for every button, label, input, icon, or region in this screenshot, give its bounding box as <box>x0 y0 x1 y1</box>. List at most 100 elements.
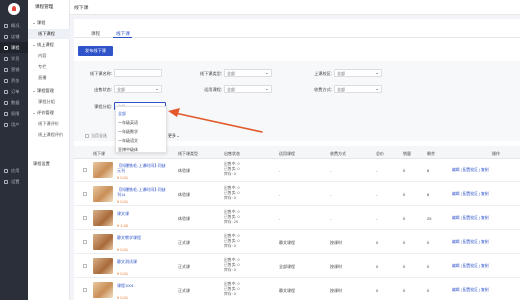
nav-item[interactable]: 订单 <box>0 86 28 97</box>
nav-item[interactable]: 店铺 <box>0 31 28 42</box>
row-actions[interactable]: 编辑 | 配置校区 | 复制 <box>452 288 489 293</box>
nav-item[interactable]: 营销 <box>0 64 28 75</box>
row-actions[interactable]: 编辑 | 配置校区 | 复制 <box>452 168 489 173</box>
total-price: 0 <box>376 240 379 245</box>
applicable-course-value: 全部 <box>227 87 235 92</box>
submenu-item[interactable]: 专栏 <box>28 62 70 72</box>
row-actions[interactable]: 编辑 | 配置校区 | 复制 <box>452 192 489 197</box>
total-price: - <box>376 216 378 221</box>
column-header: 操作 <box>492 150 500 156</box>
course-type: 体验课 <box>178 216 190 221</box>
submenu-group[interactable]: 课程设置 <box>28 159 70 169</box>
user-icon <box>4 122 8 127</box>
dropdown-option[interactable]: 一年级英语 <box>116 118 166 127</box>
nav-item[interactable]: 课程 <box>0 42 28 53</box>
row-actions[interactable]: 编辑 | 配置校区 | 复制 <box>452 240 489 245</box>
submenu-item[interactable]: 直播 <box>28 73 70 83</box>
course-name-link[interactable]: 【科爆铁毛-上课时间】·问缺元刊 <box>117 163 167 173</box>
sale-stats: 出售中: 0 已售卖: 0 库存: 0 <box>224 234 240 249</box>
course-name-link[interactable]: 课程1001 <box>117 283 167 288</box>
submenu-item[interactable]: 课程分组 <box>28 97 70 107</box>
course-name-link[interactable]: 【科爆铁毛-上课时间】·问缺刊14 <box>117 187 167 197</box>
marketing-icon <box>4 67 8 72</box>
campus-select[interactable]: 全部 <box>334 69 382 77</box>
sales-count: 0 <box>403 264 406 269</box>
gear-icon <box>4 179 8 184</box>
submenu-group[interactable]: 线上课程 <box>28 40 70 50</box>
course-name-input[interactable] <box>114 69 162 77</box>
nav-item[interactable]: 用户 <box>0 119 28 130</box>
course-type-select[interactable]: 全部 <box>224 69 272 77</box>
course-thumbnail <box>93 162 113 178</box>
brand-logo[interactable] <box>8 3 20 15</box>
column-header: 销量 <box>403 150 411 156</box>
wallet-icon <box>4 78 8 83</box>
course-price: ¥ 0.01 <box>117 271 129 276</box>
nav-item-label: 概况 <box>11 22 20 28</box>
row-checkbox[interactable] <box>83 216 87 220</box>
sales-count: 0 <box>403 216 406 221</box>
charge-mode-select[interactable]: 全部 <box>334 85 382 93</box>
nav-item[interactable]: 设置 <box>0 176 28 187</box>
column-header: 适用课程 <box>279 150 295 156</box>
select-all-checkbox[interactable]: 当页全选 <box>85 133 107 139</box>
column-header: 收费方式 <box>330 150 346 156</box>
sales-count: 0 <box>403 240 406 245</box>
nav-item[interactable]: 权限 <box>0 108 28 119</box>
submenu-label: 线上课程评价 <box>38 132 64 137</box>
publish-offline-course-button[interactable]: 发布线下课 <box>78 46 113 56</box>
row-checkbox[interactable] <box>83 240 87 244</box>
course-name-link[interactable]: 课文课 <box>117 211 167 216</box>
chevron-down-icon <box>33 90 35 92</box>
nav-item[interactable]: 概况 <box>0 20 28 31</box>
course-price: ¥ 1.00 <box>117 223 129 228</box>
submenu-item[interactable]: 线下课评价 <box>28 119 70 129</box>
nav-item[interactable]: 应用 <box>0 165 28 176</box>
stat-stock: 库存: 0 <box>224 244 236 248</box>
apps-icon <box>4 168 8 173</box>
table-row: 静文教学课程 ¥ 0.01 正式课 出售中: 0 已售卖: 0 库存: 0 静文课程 按课时 0… <box>74 231 520 254</box>
submenu-label: 课程 <box>37 20 46 25</box>
more-actions-button[interactable]: 更多 <box>168 133 181 139</box>
submenu-group[interactable]: 评价管理 <box>28 108 70 118</box>
nav-item-label: 学员 <box>11 55 20 61</box>
course-price: ¥ 0.01 <box>117 247 129 252</box>
dropdown-option[interactable]: 一年级语文 <box>116 136 166 145</box>
dropdown-option[interactable]: 亚博中级体 <box>116 145 166 154</box>
sale-status-select[interactable]: 全部 <box>114 85 162 93</box>
total-price: - <box>376 192 378 197</box>
stat-stock: 库存: 0 <box>224 172 236 176</box>
tab-bar: 课程 线下课 <box>74 19 520 39</box>
home-icon <box>4 23 8 28</box>
tab-course[interactable]: 课程 <box>91 31 100 37</box>
dropdown-option[interactable]: 全部 <box>116 109 166 118</box>
campus-value: 全部 <box>337 71 345 76</box>
row-checkbox[interactable] <box>83 168 87 172</box>
row-checkbox[interactable] <box>83 288 87 292</box>
dropdown-option[interactable]: 一年级数学 <box>116 127 166 136</box>
submenu-item[interactable]: 线下课程 <box>28 29 70 39</box>
applicable-course-select[interactable]: 全部 <box>224 85 272 93</box>
row-actions[interactable]: 编辑 | 配置校区 | 复制 <box>452 264 489 269</box>
page-header: 线下课 <box>70 0 520 15</box>
nav-item[interactable]: 学员 <box>0 53 28 64</box>
row-checkbox[interactable] <box>83 192 87 196</box>
nav-item[interactable]: 资金 <box>0 75 28 86</box>
stat-stock: 库存: 25 <box>224 220 238 224</box>
course-name-link[interactable]: 静文教学课程 <box>117 235 167 240</box>
row-checkbox[interactable] <box>83 264 87 268</box>
course-name-link[interactable]: 静文测试课 <box>117 259 167 264</box>
submenu-item[interactable]: 内容 <box>28 51 70 61</box>
row-actions[interactable]: 编辑 | 配置校区 | 复制 <box>452 216 489 221</box>
lock-icon <box>4 111 8 116</box>
stat-stock: 库存: 0 <box>224 196 236 200</box>
submenu-group[interactable]: 课程 <box>28 18 70 28</box>
remaining-count: 0 <box>427 288 430 293</box>
submenu-item[interactable]: 线上课程评价 <box>28 130 70 140</box>
nav-item-label: 权限 <box>11 110 20 116</box>
course-type-label: 线下课类型: <box>199 71 222 76</box>
course-thumbnail <box>93 258 113 274</box>
nav-item-label: 课程 <box>11 44 20 50</box>
nav-item[interactable]: 数据 <box>0 97 28 108</box>
submenu-group[interactable]: 课程管理 <box>28 86 70 96</box>
